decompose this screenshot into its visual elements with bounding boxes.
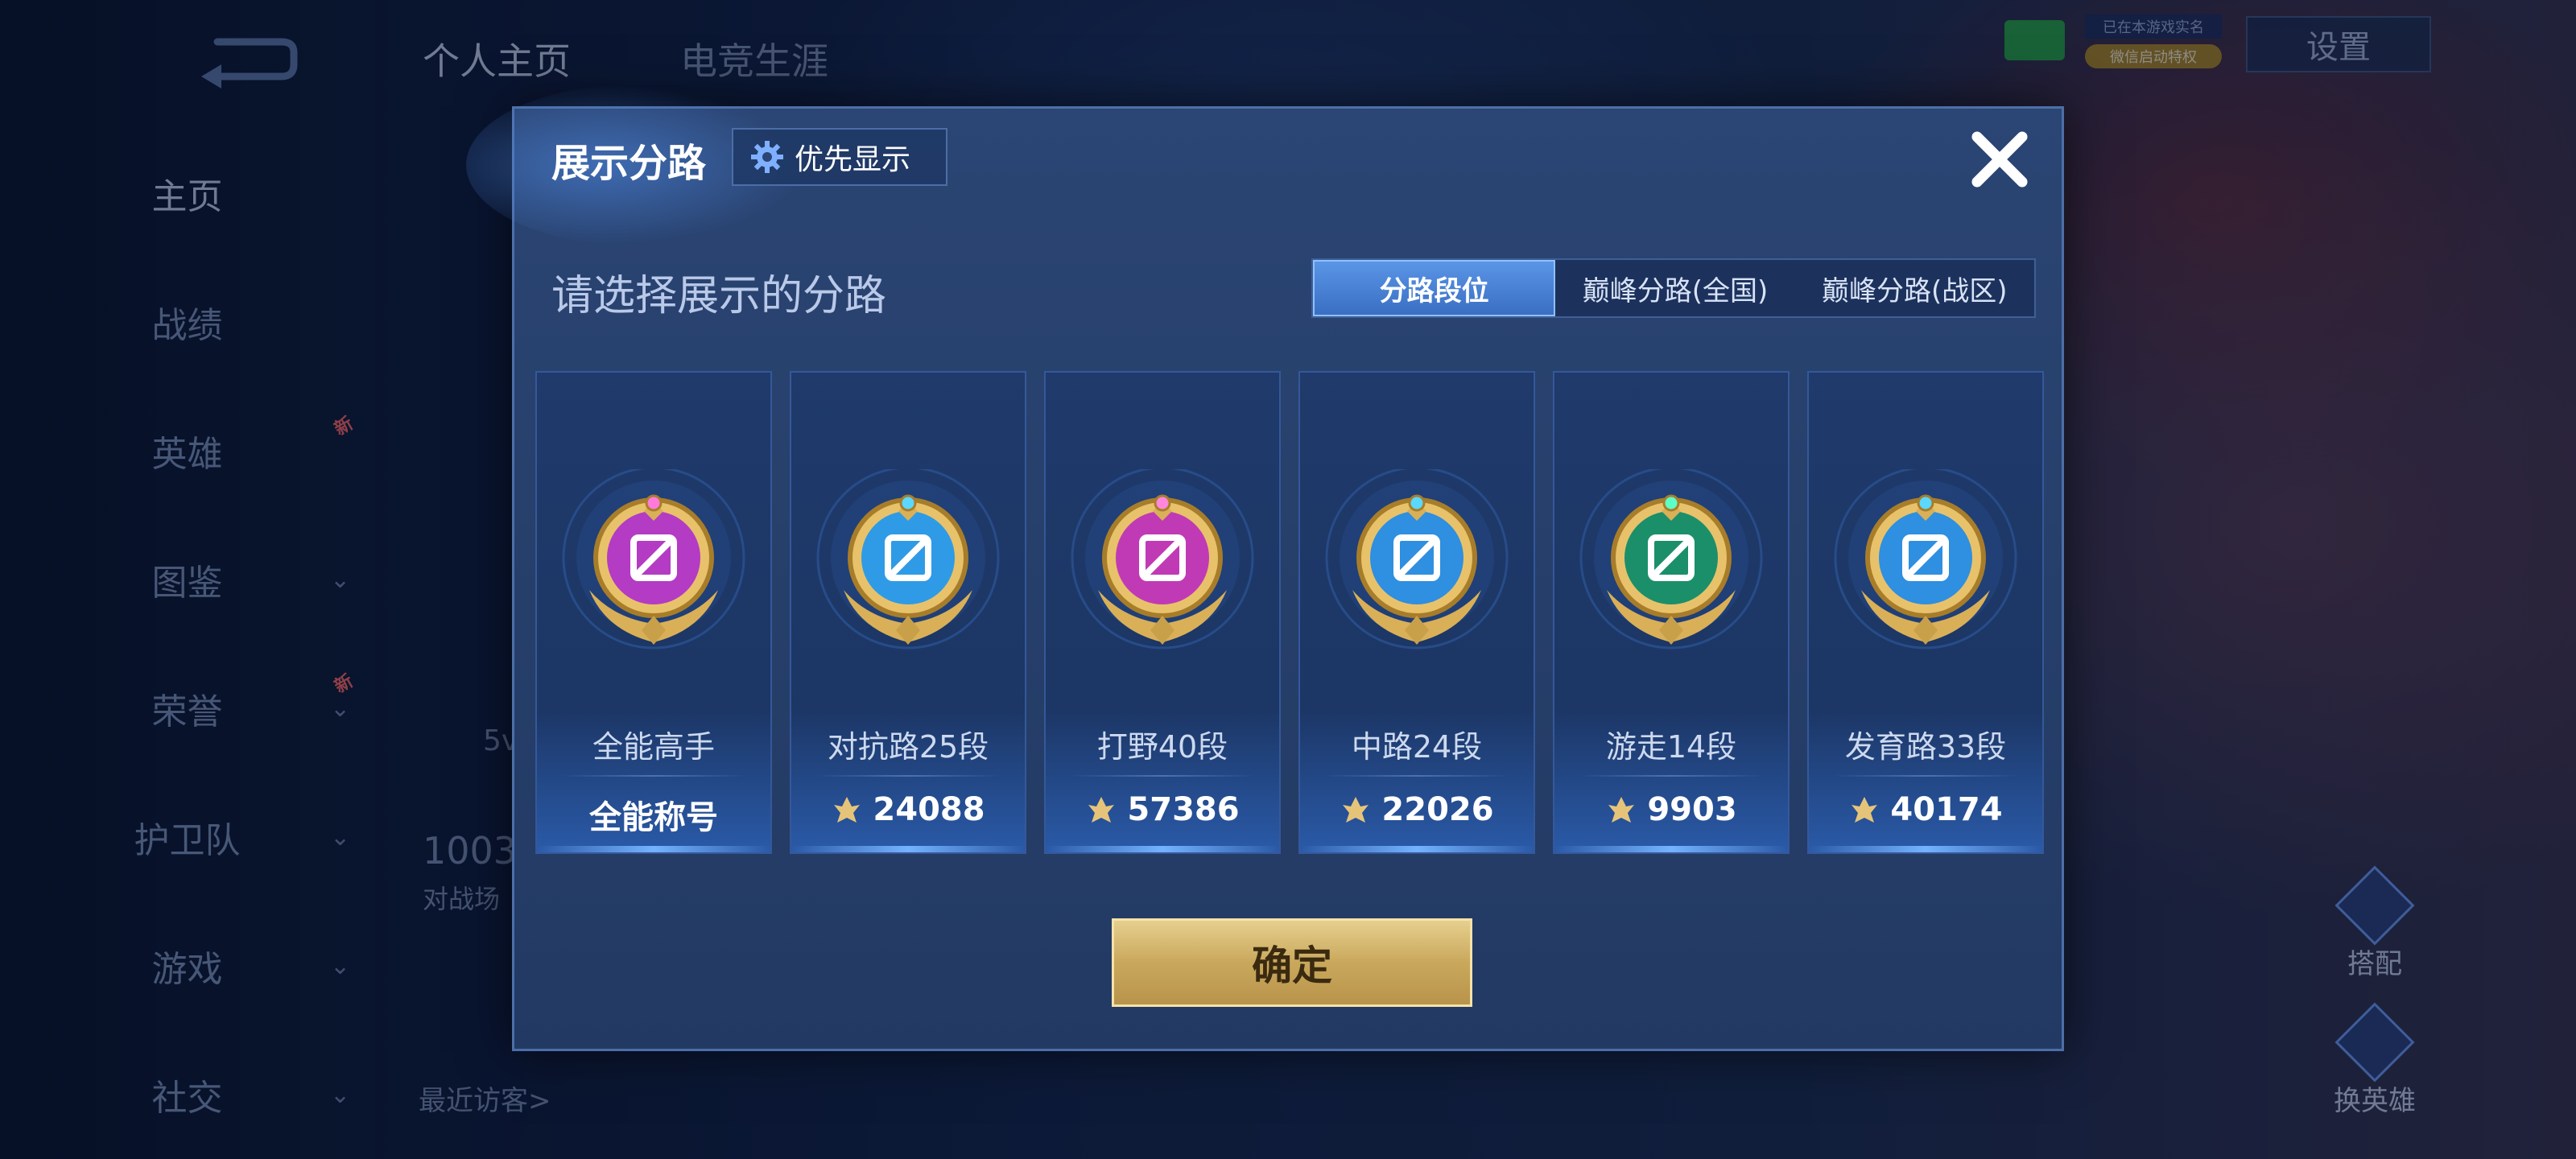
lane-card[interactable]: 发育路33段 40174 (1807, 371, 2044, 854)
lane-card[interactable]: 打野40段 57386 (1044, 371, 1281, 854)
rank-point-icon (834, 797, 861, 823)
lane-card[interactable]: 对抗路25段 24088 (790, 371, 1026, 854)
close-button[interactable] (1963, 123, 2036, 196)
lane-badge-icon (1575, 466, 1768, 662)
lane-score-value: 22026 (1381, 791, 1494, 828)
lane-cards: 全能高手 全能称号 对抗路25段 24088 打野40段 57386 中路24段 22026 游… (535, 371, 2046, 854)
lane-score-value: 9903 (1647, 791, 1737, 828)
lane-score-value: 24088 (873, 791, 985, 828)
lane-score-value: 57386 (1127, 791, 1240, 828)
card-divider (1579, 775, 1764, 777)
confirm-label: 确定 (1252, 942, 1332, 989)
lane-name: 中路24段 (1351, 729, 1483, 765)
dialog-subtitle: 请选择展示的分路 (551, 272, 887, 320)
tab-lane-0[interactable]: 分路段位 (1313, 260, 1556, 316)
lane-badge-icon (1066, 466, 1259, 662)
lane-badge-icon (557, 466, 750, 662)
card-divider (1324, 775, 1509, 777)
gear-icon (751, 141, 783, 173)
card-divider (561, 775, 746, 777)
lane-tabs: 分路段位 巅峰分路(全国) 巅峰分路(战区) (1311, 258, 2036, 318)
lane-score: 57386 (1085, 791, 1240, 828)
lane-badge-icon (1829, 466, 2022, 662)
tab-lane-2[interactable]: 巅峰分路(战区) (1795, 260, 2034, 316)
lane-card[interactable]: 全能高手 全能称号 (535, 371, 772, 854)
dialog-title: 展示分路 (551, 141, 707, 186)
lane-name: 打野40段 (1096, 729, 1228, 765)
lane-name: 对抗路25段 (827, 729, 989, 765)
lane-name: 全能高手 (592, 729, 715, 765)
lane-name: 发育路33段 (1844, 729, 2007, 765)
card-divider (815, 775, 1001, 777)
lane-badge-icon (1320, 466, 1513, 662)
lane-score-value: 40174 (1890, 791, 2003, 828)
lane-card[interactable]: 游走14段 9903 (1553, 371, 1790, 854)
confirm-button[interactable]: 确定 (1112, 918, 1472, 1007)
lane-display-dialog: 展示分路 优先显示 请选择展示的分路 分路段位 巅峰分路(全国) 巅峰分路(战区) … (466, 85, 2064, 1051)
tab-lane-1[interactable]: 巅峰分路(全国) (1555, 260, 1794, 316)
lane-badge-icon (811, 466, 1005, 662)
lane-score: 40174 (1848, 791, 2003, 828)
lane-card[interactable]: 中路24段 22026 (1298, 371, 1535, 854)
lane-score-value: 全能称号 (589, 799, 718, 836)
lane-score: 全能称号 (589, 791, 718, 838)
card-divider (1070, 775, 1255, 777)
lane-score: 24088 (831, 791, 985, 828)
priority-display-button[interactable]: 优先显示 (732, 128, 947, 186)
lane-score: 22026 (1340, 791, 1494, 828)
lane-name: 游走14段 (1605, 729, 1737, 765)
rank-point-icon (1088, 797, 1115, 823)
rank-point-icon (1608, 797, 1635, 823)
rank-point-icon (1343, 797, 1369, 823)
priority-display-label: 优先显示 (795, 143, 911, 176)
lane-score: 9903 (1605, 791, 1737, 828)
rank-point-icon (1852, 797, 1878, 823)
card-divider (1833, 775, 2018, 777)
close-icon (1971, 131, 2028, 188)
